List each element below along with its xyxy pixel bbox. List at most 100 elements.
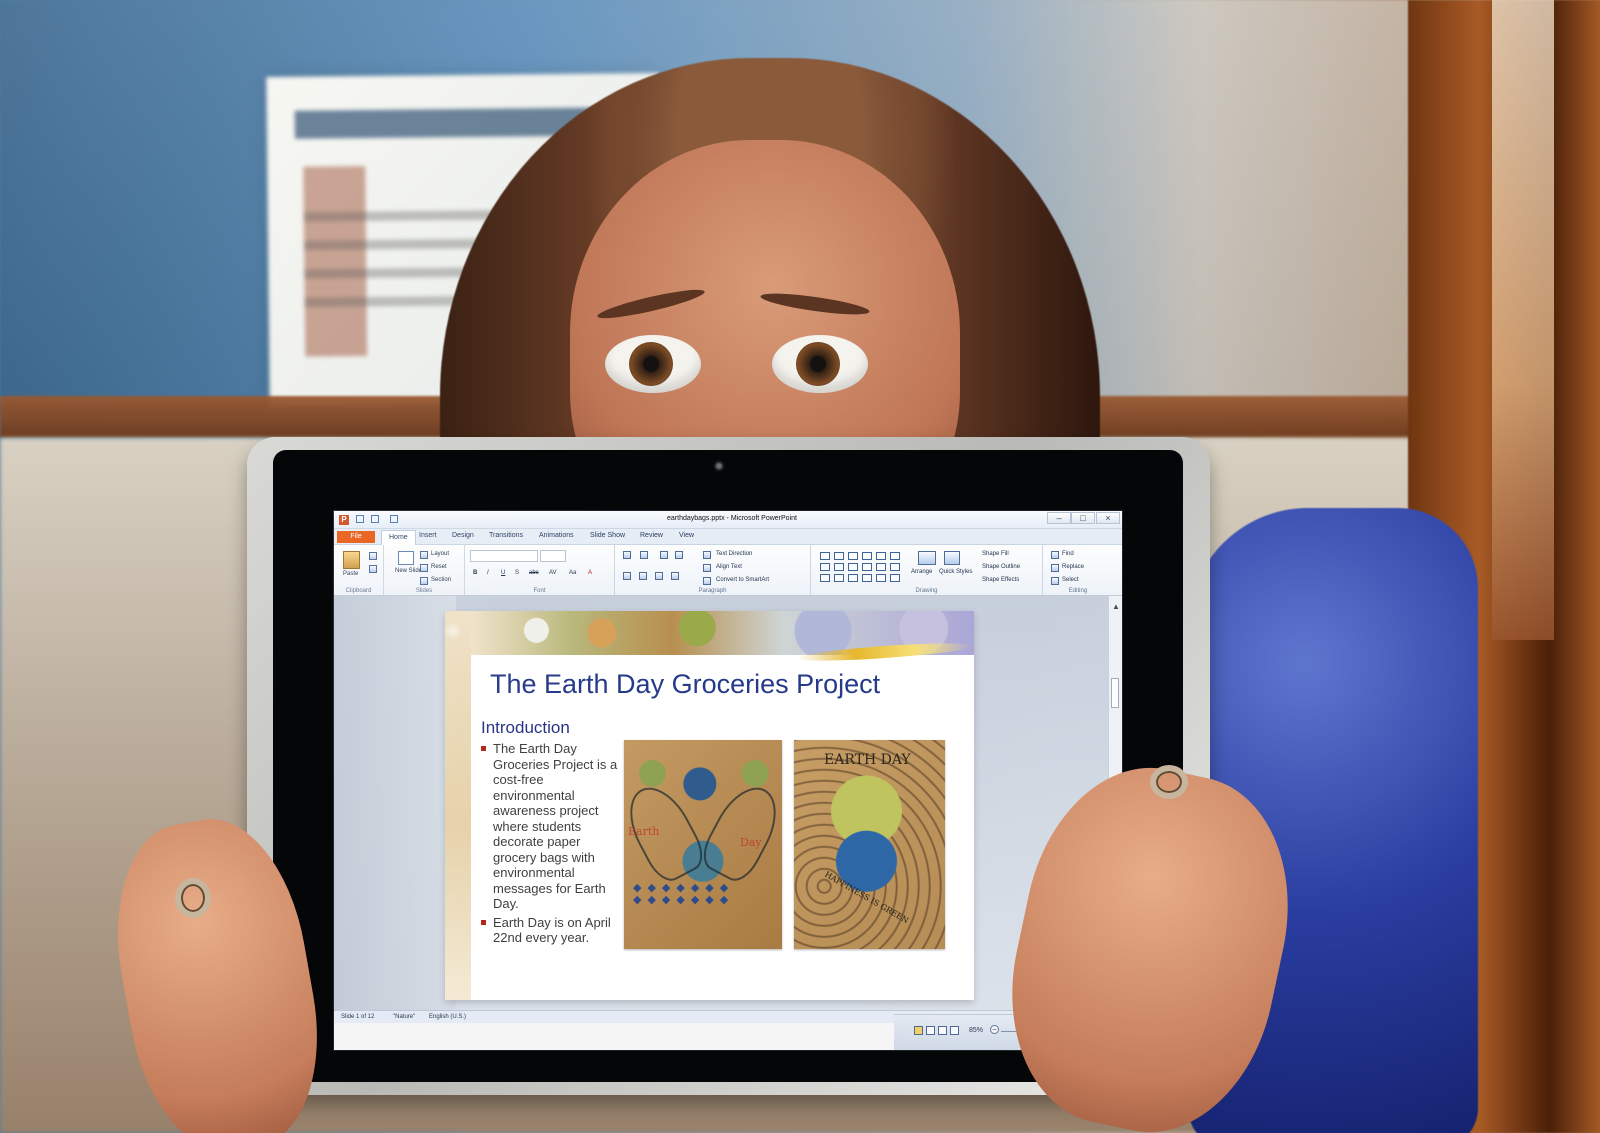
language-status[interactable]: English (U.S.) (429, 1014, 466, 1020)
character-spacing-button[interactable]: AV (549, 570, 557, 576)
current-slide[interactable]: The Earth Day Groceries Project Introduc… (445, 611, 974, 1000)
tab-animations[interactable]: Animations (539, 532, 574, 543)
hexagon-shape-icon[interactable] (890, 563, 900, 571)
oval-shape-icon[interactable] (876, 552, 886, 560)
connector-shape-icon[interactable] (834, 563, 844, 571)
shape-gallery[interactable] (820, 552, 902, 586)
replace-button[interactable]: Replace (1062, 564, 1084, 570)
bullet-item[interactable]: Earth Day is on April 22nd every year. (480, 915, 620, 946)
rectangle-outline-shape-icon[interactable] (890, 552, 900, 560)
section-button[interactable]: Section (431, 577, 451, 583)
normal-view-icon[interactable] (914, 1026, 923, 1035)
line-shape-icon[interactable] (834, 552, 844, 560)
justify-icon[interactable] (671, 572, 679, 580)
smartart-icon[interactable] (703, 577, 711, 585)
reset-icon[interactable] (420, 564, 428, 572)
triangle-shape-icon[interactable] (820, 563, 830, 571)
introduction-heading[interactable]: Introduction (481, 718, 570, 738)
bullets-icon[interactable] (623, 551, 631, 559)
wave-shape-icon[interactable] (848, 574, 858, 582)
reading-view-icon[interactable] (938, 1026, 947, 1035)
scroll-up-icon[interactable]: ▲ (1112, 602, 1120, 611)
redo-icon[interactable] (390, 515, 398, 523)
freeform-shape-icon[interactable] (834, 574, 844, 582)
minimize-button[interactable]: – (1047, 512, 1071, 524)
scroll-thumb[interactable] (1111, 678, 1119, 708)
zoom-out-icon[interactable]: − (990, 1025, 999, 1034)
elbow-shape-icon[interactable] (848, 563, 858, 571)
quick-styles-button[interactable]: Quick Styles (939, 569, 972, 575)
decrease-indent-icon[interactable] (660, 551, 668, 559)
reset-button[interactable]: Reset (431, 564, 447, 570)
arrange-icon[interactable] (918, 551, 936, 565)
numbering-icon[interactable] (640, 551, 648, 559)
cut-icon[interactable] (369, 552, 377, 560)
replace-icon[interactable] (1051, 564, 1059, 572)
bullet-item[interactable]: The Earth Day Groceries Project is a cos… (480, 741, 620, 912)
strikethrough-button[interactable]: abc (529, 570, 539, 576)
increase-indent-icon[interactable] (675, 551, 683, 559)
convert-smartart-button[interactable]: Convert to SmartArt (716, 577, 769, 583)
align-left-icon[interactable] (623, 572, 631, 580)
underline-button[interactable]: U (501, 570, 505, 576)
align-text-button[interactable]: Align Text (716, 564, 742, 570)
find-button[interactable]: Find (1062, 551, 1074, 557)
tab-review[interactable]: Review (640, 532, 663, 543)
slide-bullet-list[interactable]: The Earth Day Groceries Project is a cos… (480, 741, 620, 949)
paste-icon[interactable] (343, 551, 360, 569)
find-icon[interactable] (1051, 551, 1059, 559)
align-center-icon[interactable] (639, 572, 647, 580)
italic-button[interactable]: I (487, 570, 489, 576)
slide-title[interactable]: The Earth Day Groceries Project (490, 668, 965, 700)
earth-day-bag-right[interactable]: EARTH DAY HAPPINESS IS GREEN (794, 740, 945, 949)
new-slide-label[interactable]: New Slide (395, 568, 422, 574)
undo-icon[interactable] (371, 515, 379, 523)
tab-view[interactable]: View (679, 532, 694, 543)
layout-button[interactable]: Layout (431, 551, 449, 557)
select-button[interactable]: Select (1062, 577, 1079, 583)
rounded-rectangle-shape-icon[interactable] (862, 552, 872, 560)
rectangle-shape-icon[interactable] (820, 552, 830, 560)
tab-file[interactable]: File (337, 531, 375, 543)
shape-outline-button[interactable]: Shape Outline (982, 564, 1020, 570)
font-size-box[interactable] (540, 550, 566, 562)
save-icon[interactable] (356, 515, 364, 523)
arrow-shape-icon[interactable] (848, 552, 858, 560)
text-direction-icon[interactable] (703, 551, 711, 559)
new-slide-icon[interactable] (398, 551, 414, 565)
restore-button[interactable]: □ (1071, 512, 1095, 524)
arrange-button[interactable]: Arrange (911, 569, 932, 575)
earth-day-bag-left[interactable]: Earth Day ◆◆◆◆◆◆◆ ◆◆◆◆◆◆◆ (624, 740, 782, 949)
align-right-icon[interactable] (655, 572, 663, 580)
align-text-icon[interactable] (703, 564, 711, 572)
brace-shape-icon[interactable] (862, 574, 872, 582)
bold-button[interactable]: B (473, 570, 477, 576)
paste-label[interactable]: Paste (343, 571, 358, 577)
shape-fill-button[interactable]: Shape Fill (982, 551, 1009, 557)
copy-icon[interactable] (369, 565, 377, 573)
tab-slide-show[interactable]: Slide Show (590, 532, 625, 543)
select-icon[interactable] (1051, 577, 1059, 585)
quick-styles-icon[interactable] (944, 551, 960, 565)
slide-show-view-icon[interactable] (950, 1026, 959, 1035)
text-direction-button[interactable]: Text Direction (716, 551, 752, 557)
shape-effects-button[interactable]: Shape Effects (982, 577, 1019, 583)
bracket-shape-icon[interactable] (876, 574, 886, 582)
down-arrow-shape-icon[interactable] (876, 563, 886, 571)
layout-icon[interactable] (420, 551, 428, 559)
section-icon[interactable] (420, 577, 428, 585)
close-button[interactable]: × (1096, 512, 1120, 524)
slide-sorter-icon[interactable] (926, 1026, 935, 1035)
curve-shape-icon[interactable] (820, 574, 830, 582)
shadow-button[interactable]: S (515, 570, 519, 576)
tab-design[interactable]: Design (452, 532, 474, 543)
font-color-button[interactable]: A (588, 570, 592, 576)
font-name-box[interactable] (470, 550, 538, 562)
zoom-level[interactable]: 85% (969, 1027, 983, 1034)
star-shape-icon[interactable] (890, 574, 900, 582)
tab-insert[interactable]: Insert (419, 532, 437, 543)
tab-home[interactable]: Home (381, 530, 416, 545)
change-case-button[interactable]: Aa (569, 570, 576, 576)
right-arrow-shape-icon[interactable] (862, 563, 872, 571)
tab-transitions[interactable]: Transitions (489, 532, 523, 543)
